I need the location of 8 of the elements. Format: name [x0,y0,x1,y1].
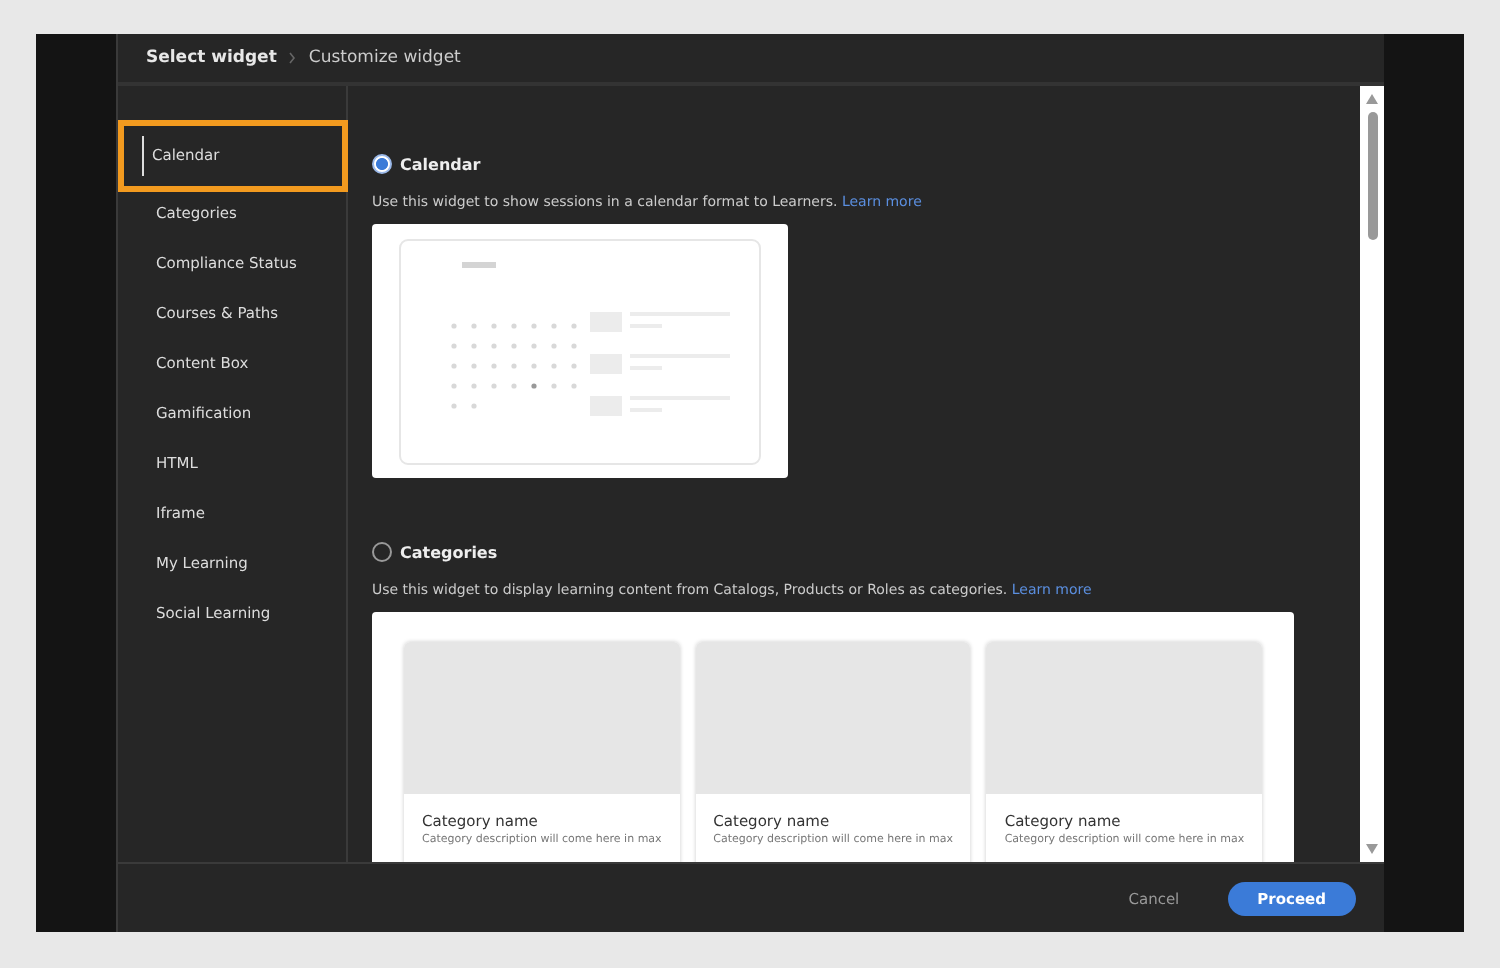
widget-title: Calendar [400,155,481,173]
radio-button[interactable] [372,542,392,562]
breadcrumb-item[interactable]: Customize widget [308,48,461,68]
widget-title: Categories [400,543,498,561]
breadcrumb-item[interactable]: Select widget [146,48,277,68]
chevron-icon [288,52,297,64]
scrollbar[interactable] [1360,86,1384,862]
radio-button[interactable] [372,154,392,174]
